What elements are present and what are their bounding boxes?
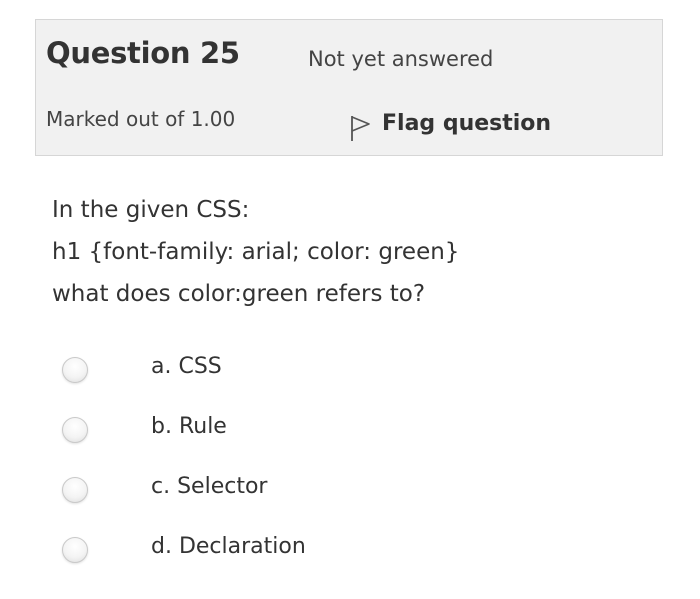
question-number: Question 25 — [46, 36, 240, 70]
question-info-panel: Question 25 Not yet answered Marked out … — [35, 19, 663, 156]
flag-icon — [351, 116, 370, 141]
radio-button-a[interactable] — [62, 357, 88, 383]
answer-option-c[interactable]: c. Selector — [62, 467, 462, 527]
answer-option-b[interactable]: b. Rule — [62, 407, 462, 467]
answer-option-d[interactable]: d. Declaration — [62, 527, 462, 587]
answer-label-d[interactable]: d. Declaration — [151, 534, 306, 559]
answer-label-a[interactable]: a. CSS — [151, 354, 222, 379]
answer-options: a. CSS b. Rule c. Selector d. Declaratio… — [62, 347, 462, 587]
question-state: Not yet answered — [308, 47, 494, 71]
question-text-line: what does color:green refers to? — [52, 281, 426, 307]
question-text-line: In the given CSS: — [52, 197, 250, 223]
flag-question-label: Flag question — [382, 110, 552, 136]
question-text: In the given CSS: h1 {font-family: arial… — [52, 189, 459, 315]
flag-question-link[interactable]: Flag question — [350, 104, 551, 142]
answer-option-a[interactable]: a. CSS — [62, 347, 462, 407]
radio-button-b[interactable] — [62, 417, 88, 443]
answer-label-c[interactable]: c. Selector — [151, 474, 267, 499]
question-text-line: h1 {font-family: arial; color: green} — [52, 239, 460, 265]
radio-button-d[interactable] — [62, 537, 88, 563]
radio-button-c[interactable] — [62, 477, 88, 503]
answer-label-b[interactable]: b. Rule — [151, 414, 227, 439]
question-grade: Marked out of 1.00 — [46, 107, 236, 131]
